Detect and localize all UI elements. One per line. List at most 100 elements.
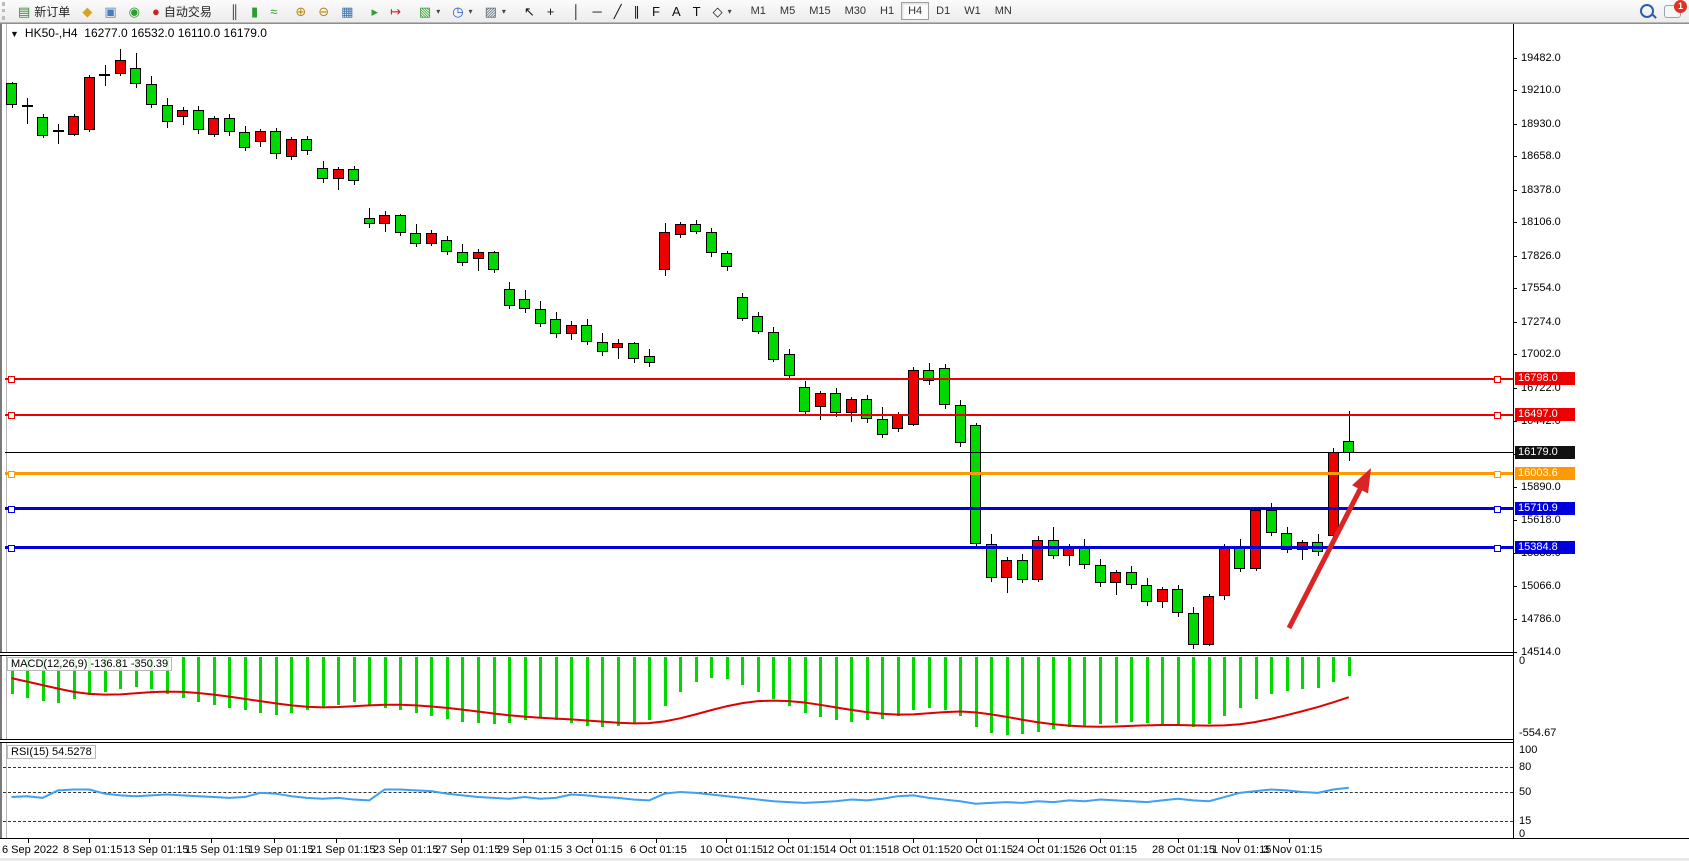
zoom-out-button[interactable]: ⊖ [312,0,335,22]
candle [830,393,841,413]
arrows-button[interactable]: ◇▾ [707,0,738,22]
macd-bar [601,657,604,727]
pivot-line-handle[interactable] [8,471,15,478]
price-tick-label: 19210.0 [1521,84,1561,96]
period-button-mn[interactable]: MN [988,2,1019,20]
period-button-h4[interactable]: H4 [901,2,929,20]
candle [815,393,826,407]
text-button[interactable]: A [666,0,687,22]
macd-bar [1115,657,1118,723]
trendline-button[interactable]: ╱ [608,0,628,22]
period-button-m1[interactable]: M1 [744,2,773,20]
rsi-level-80 [3,767,1513,768]
support-line-1-handle[interactable] [1494,506,1501,513]
period-menu-button[interactable]: ◷▾ [446,0,478,22]
candle [1001,560,1012,578]
rsi-label: RSI(15) 54.5278 [7,745,96,759]
template-button[interactable]: ▨▾ [479,0,512,22]
macd-bar [850,657,853,722]
resistance-line-2-handle[interactable] [8,412,15,419]
rsi-pane-separator[interactable] [0,739,1513,743]
support-line-2-handle[interactable] [1494,545,1501,552]
auto-scroll-button[interactable]: ▸ [365,0,384,22]
current-price-line[interactable] [5,452,1513,453]
resistance-line-2-handle[interactable] [1494,412,1501,419]
new-chart-button[interactable]: ▧▾ [413,0,446,22]
equidistant-channel-button[interactable]: ∥ [628,0,647,22]
macd-bar [446,657,449,719]
price-axis-line [1513,24,1514,838]
fibonacci-button[interactable]: F [646,0,666,22]
macd-bar [182,657,185,698]
profiles-button[interactable]: ▣ [98,0,122,22]
resistance-line-1-handle[interactable] [8,376,15,383]
candle [581,325,592,342]
macd-bar [586,657,589,726]
macd-bar [866,657,869,720]
crosshair-button[interactable]: + [541,0,561,22]
horizontal-line-button[interactable]: ─ [587,0,608,22]
candle-wick [27,98,28,124]
date-tick [913,839,914,843]
market-watch-button[interactable]: ◉ [123,0,146,22]
pivot-line[interactable] [5,472,1513,475]
period-button-m15[interactable]: M15 [802,2,837,20]
macd-bar [1021,657,1024,734]
candlestick-chart-button[interactable]: ▮ [245,0,264,22]
candle [597,342,608,353]
candle [84,77,95,130]
pivot-line-handle[interactable] [1494,471,1501,478]
resistance-line-2[interactable] [5,414,1513,416]
period-button-m5[interactable]: M5 [773,2,802,20]
support-line-2[interactable] [5,546,1513,549]
cursor-icon: ↖ [524,5,535,18]
price-tick-label: 18106.0 [1521,216,1561,228]
period-button-m30[interactable]: M30 [838,2,873,20]
macd-bar [664,657,667,706]
candle [1203,596,1214,645]
toolbar-grip[interactable] [2,2,10,20]
new-order-button[interactable]: ▤新订单 [12,0,76,22]
bar-chart-button[interactable]: ║ [224,0,245,22]
candle [115,60,126,74]
fibonacci-icon: F [652,5,660,18]
tile-windows-button[interactable]: ▦ [335,0,359,22]
macd-bar [1177,657,1180,726]
chart-shift-button[interactable]: ↦ [384,0,407,22]
resistance-line-1[interactable] [5,378,1513,380]
candle [566,325,577,335]
auto-trading-button[interactable]: ●自动交易 [146,0,218,22]
chat-bubble-icon[interactable]: 1 [1664,5,1681,18]
date-tick-label: 3 Nov 01:15 [1263,844,1322,856]
price-tick-label: 17826.0 [1521,250,1561,262]
macd-pane-separator[interactable] [0,652,1513,656]
macd-bar [290,657,293,713]
zoom-in-button[interactable]: ⊕ [289,0,312,22]
date-tick-label: 12 Oct 01:15 [762,844,825,856]
line-chart-button[interactable]: ≈ [264,0,283,22]
label-button[interactable]: T [687,0,707,22]
period-button-w1[interactable]: W1 [957,2,988,20]
candle [255,131,266,142]
resistance-line-1-handle[interactable] [1494,376,1501,383]
period-button-d1[interactable]: D1 [929,2,957,20]
period-button-h1[interactable]: H1 [873,2,901,20]
macd-bar [788,657,791,706]
dropdown-arrow-icon: ▾ [436,7,440,16]
support-line-2-handle[interactable] [8,545,15,552]
price-tick-label: 18930.0 [1521,118,1561,130]
cursor-button[interactable]: ↖ [518,0,541,22]
macd-bar [1223,657,1226,716]
date-tick [788,839,789,843]
support-line-1[interactable] [5,507,1513,510]
support-line-1-handle[interactable] [8,506,15,513]
candle [846,399,857,413]
vertical-line-button[interactable]: │ [566,0,586,22]
date-tick-label: 6 Oct 01:15 [630,844,687,856]
tile-windows-icon: ▦ [341,5,353,18]
collapse-triangle-icon[interactable]: ▼ [10,29,19,39]
macd-bar [959,657,962,716]
trade-history-button[interactable]: ◆ [76,0,98,22]
search-icon[interactable] [1640,4,1654,18]
candle [1188,613,1199,645]
